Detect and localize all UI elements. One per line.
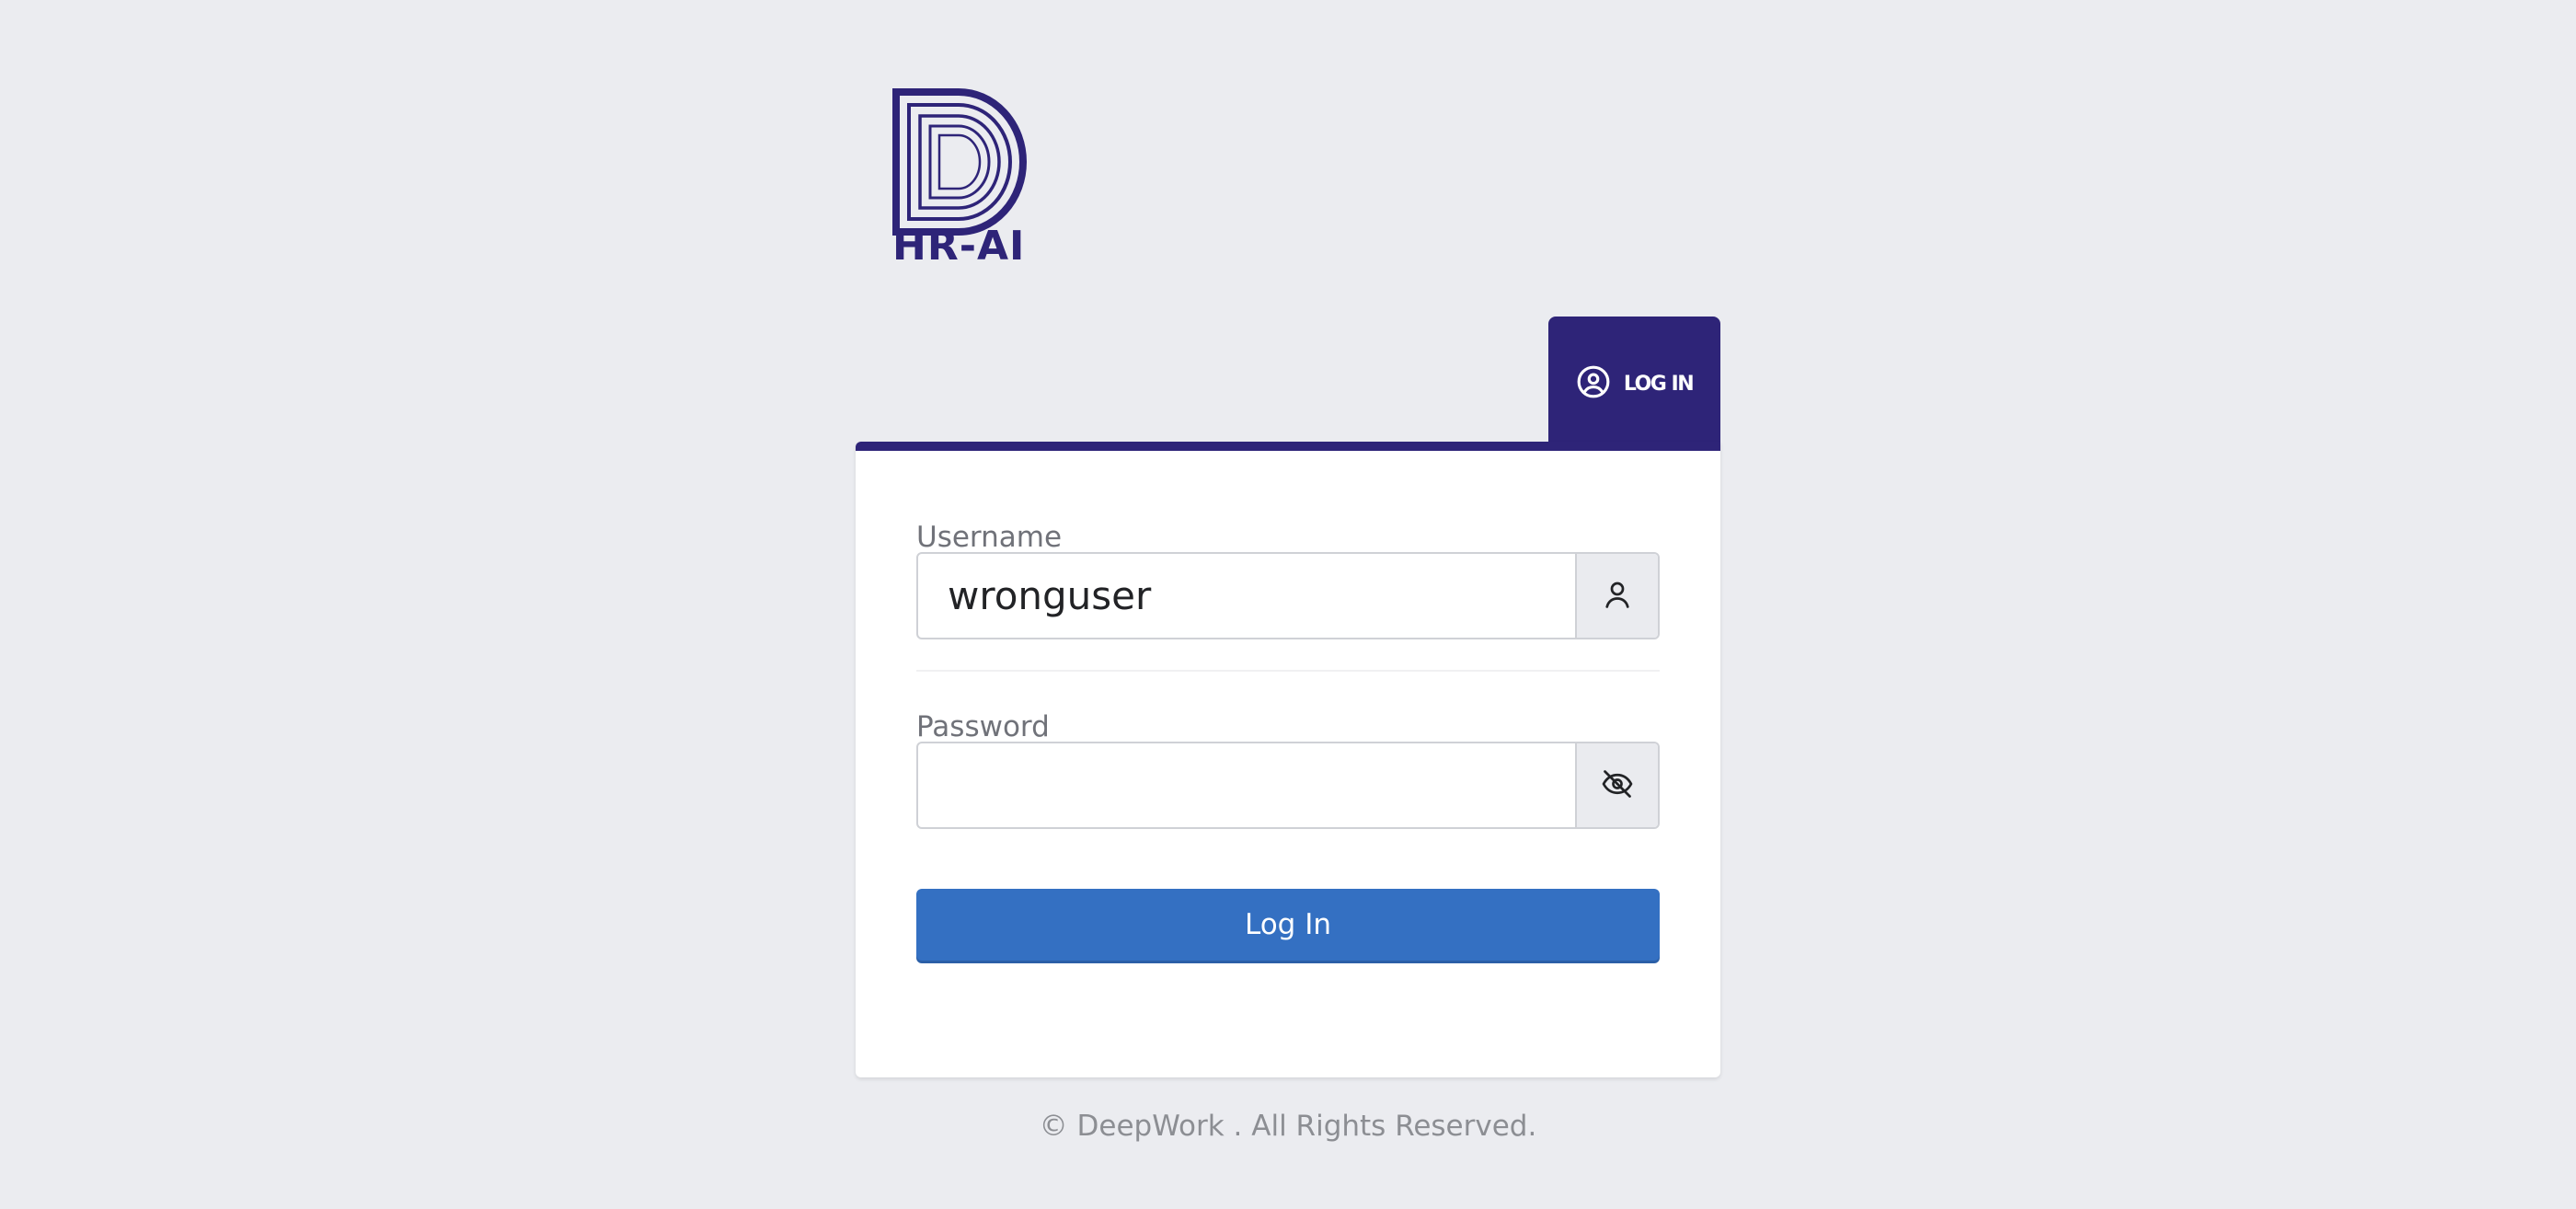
login-button[interactable]: Log In: [916, 889, 1660, 961]
user-circle-icon: [1576, 364, 1611, 403]
password-label: Password: [916, 710, 1050, 743]
password-input-group: [916, 742, 1660, 829]
password-input[interactable]: [918, 743, 1575, 827]
footer-copyright: © DeepWork . All Rights Reserved.: [1039, 1110, 1537, 1143]
login-card: Username Password Log In: [856, 442, 1720, 1077]
username-input-group: [916, 552, 1660, 639]
user-icon: [1601, 578, 1634, 615]
username-addon: [1575, 554, 1658, 638]
logo-d-mark: [892, 88, 1027, 236]
eye-off-icon: [1601, 767, 1634, 804]
username-input[interactable]: [918, 554, 1575, 638]
logo-text: HR-AI: [892, 223, 1026, 270]
username-label: Username: [916, 521, 1063, 554]
tab-login-label: LOG IN: [1623, 372, 1695, 396]
field-divider: [916, 670, 1660, 672]
brand-logo: HR-AI: [892, 88, 1030, 272]
tab-login[interactable]: LOG IN: [1548, 317, 1720, 451]
toggle-password-visibility[interactable]: [1575, 743, 1658, 827]
